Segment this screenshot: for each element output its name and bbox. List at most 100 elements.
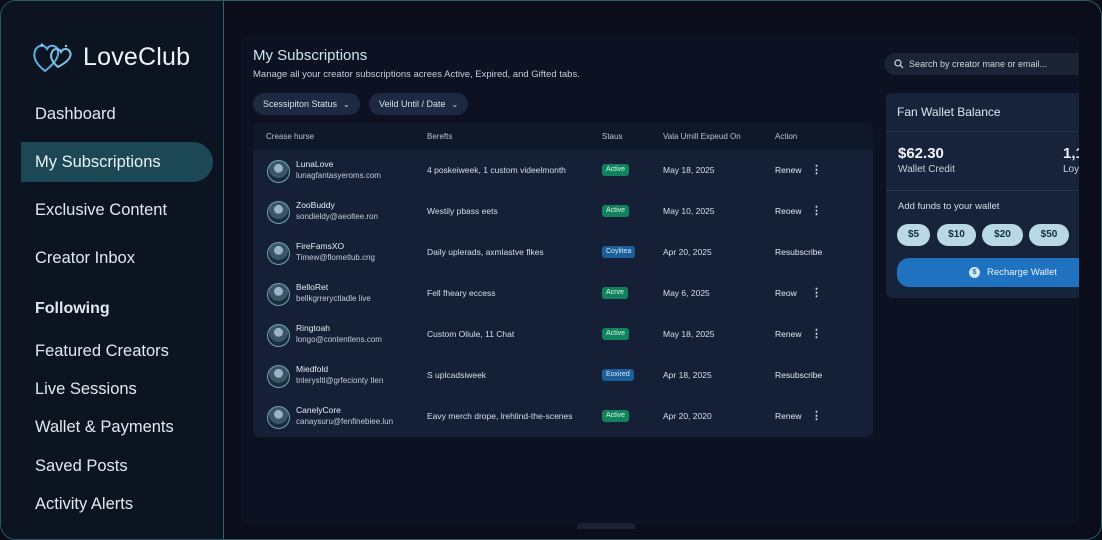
more-options-icon[interactable]: ⋮	[811, 163, 822, 176]
avatar	[267, 283, 290, 306]
sidebar-item-wallet-payments[interactable]: Wallet & Payments	[21, 407, 213, 447]
filter-label: Scessipiton Status	[263, 99, 338, 109]
table-header: Crease hurse Berefts Staus Vala Umill Ex…	[253, 123, 873, 151]
valid-until-date: Apr 20, 2025	[663, 247, 712, 257]
sidebar: LoveClub Dashboard My Subscriptions Excl…	[1, 1, 224, 539]
app-window: LoveClub Dashboard My Subscriptions Excl…	[0, 0, 1102, 540]
avatar	[267, 365, 290, 388]
divider	[886, 190, 1079, 191]
avatar	[267, 201, 290, 224]
subscription-status-filter[interactable]: Scessipiton Status ⌄	[253, 93, 360, 115]
sidebar-item-dashboard[interactable]: Dashboard	[21, 94, 213, 134]
sidebar-item-creator-inbox[interactable]: Creator Inbox	[21, 238, 213, 278]
sidebar-item-exclusive-content[interactable]: Exclusive Content	[21, 190, 213, 230]
wallet-amount-label: Wallet Credit	[898, 164, 955, 175]
renew-button[interactable]: Reow	[775, 288, 797, 298]
creator-email: tnlerysltl@grfecionty tlen	[296, 376, 384, 385]
table-row[interactable]: BelloRet bellkgrreryctladle live Fell fh…	[253, 273, 873, 315]
sidebar-item-my-subscriptions[interactable]: My Subscriptions	[21, 142, 213, 182]
creator-name: Miedfold	[296, 364, 329, 374]
more-options-icon[interactable]: ⋮	[811, 286, 822, 299]
creator-name: BelloRet	[296, 282, 329, 292]
status-badge: Acrve	[602, 287, 628, 299]
renew-button[interactable]: Reoew	[775, 206, 801, 216]
sidebar-section-following: Following	[35, 300, 110, 317]
recharge-wallet-button[interactable]: $ Recharge Wallet	[897, 258, 1079, 287]
wallet-title: Fan Wallet Balance	[897, 105, 1001, 119]
search-placeholder: Search by creator mane or email...	[909, 59, 1048, 69]
valid-until-date: May 18, 2025	[663, 329, 715, 339]
creator-name: LunaLove	[296, 159, 334, 169]
col-header-valid-until: Vala Umill Expeud On	[663, 132, 741, 141]
chevron-down-icon: ⌄	[451, 100, 459, 109]
benefits: S uplcadsiweek	[427, 370, 487, 380]
recharge-label: Recharge Wallet	[987, 267, 1057, 278]
table-row[interactable]: Miedfold tnlerysltl@grfecionty tlen S up…	[253, 355, 873, 397]
filter-label: Veild Until / Date	[379, 99, 446, 109]
status-badge: Coylitea	[602, 246, 636, 258]
brand-logo[interactable]: LoveClub	[31, 37, 190, 77]
renew-button[interactable]: Renew	[775, 165, 801, 175]
fund-50-button[interactable]: $50	[1029, 224, 1069, 246]
page-subtitle: Manage all your creator subscriptions ac…	[253, 69, 580, 80]
table-row[interactable]: CanelyCore canaysuru@fenfinebiee.lun Eav…	[253, 396, 873, 437]
benefits: Fell fheary eccess	[427, 288, 496, 298]
status-badge: Eoxired	[602, 369, 634, 381]
divider	[886, 131, 1079, 132]
table-row[interactable]: LunaLove lunagfantasyeroms.com 4 poskeiw…	[253, 150, 873, 192]
status-badge: Active	[602, 164, 630, 176]
loyalty-amount: 1,1	[1063, 145, 1079, 162]
benefits: Custom Oliule, 11 Chat	[427, 329, 515, 339]
fund-10-button[interactable]: $10	[937, 224, 976, 246]
creator-name: Ringtoah	[296, 323, 331, 333]
search-input[interactable]: Search by creator mane or email...	[885, 53, 1079, 75]
creator-email: lunagfantasyeroms.com	[296, 171, 381, 180]
fund-5-button[interactable]: $5	[897, 224, 930, 246]
creator-email: sondieldy@aeoltee.ron	[296, 212, 378, 221]
fund-20-button[interactable]: $20	[982, 224, 1023, 246]
sidebar-item-saved-posts[interactable]: Saved Posts	[21, 446, 213, 486]
subscriptions-table: Crease hurse Berefts Staus Vala Umill Ex…	[253, 123, 873, 437]
sidebar-item-live-sessions[interactable]: Live Sessions	[21, 369, 213, 409]
creator-name: CanelyCore	[296, 405, 341, 415]
table-row[interactable]: FireFamsXO Timew@flometlub.cng Daily upl…	[253, 232, 873, 274]
status-badge: Active	[602, 328, 630, 340]
col-header-creator: Crease hurse	[266, 132, 315, 141]
more-options-icon[interactable]: ⋮	[811, 409, 822, 422]
valid-until-filter[interactable]: Veild Until / Date ⌄	[369, 93, 469, 115]
resubscribe-button[interactable]: Resubscribe	[775, 370, 822, 380]
benefits: 4 poskeiweek, 1 custom videelmonth	[427, 165, 566, 175]
renew-button[interactable]: Renew	[775, 329, 801, 339]
valid-until-date: Apr 18, 2025	[663, 370, 712, 380]
col-header-status: Staus	[602, 132, 623, 141]
benefits: Daily uplerads, axmlastve flkes	[427, 247, 544, 257]
sidebar-item-activity-alerts[interactable]: Activity Alerts	[21, 484, 213, 524]
sidebar-item-featured-creators[interactable]: Featured Creators	[21, 331, 213, 371]
renew-button[interactable]: Renew	[775, 411, 801, 421]
brand-name: LoveClub	[83, 42, 191, 71]
valid-until-date: May 10, 2025	[663, 206, 715, 216]
more-options-icon[interactable]: ⋮	[811, 204, 822, 217]
wallet-amount: $62.30	[898, 145, 944, 162]
valid-until-date: May 6, 2025	[663, 288, 710, 298]
hearts-logo-icon	[33, 43, 72, 73]
status-badge: Active	[602, 410, 630, 422]
avatar	[267, 406, 290, 429]
scroll-handle[interactable]	[577, 523, 635, 529]
table-row[interactable]: Ringtoah longo@contentlens.com Custom Ol…	[253, 314, 873, 356]
creator-email: canaysuru@fenfinebiee.lun	[296, 417, 394, 426]
fan-wallet-card: Fan Wallet Balance $62.30 Wallet Credit …	[886, 93, 1079, 298]
loyalty-label: Loy	[1063, 164, 1079, 175]
creator-name: FireFamsXO	[296, 241, 345, 251]
avatar	[267, 324, 290, 347]
avatar	[267, 160, 290, 183]
creator-name: ZooBuddy	[296, 200, 335, 210]
valid-until-date: Apr 20, 2020	[663, 411, 712, 421]
resubscribe-button[interactable]: Resubscribe	[775, 247, 822, 257]
col-header-benefits: Berefts	[427, 132, 453, 141]
avatar	[267, 242, 290, 265]
benefits: Westily pbass eets	[427, 206, 498, 216]
benefits: Eavy merch drope, lrehlind-the-scenes	[427, 411, 573, 421]
more-options-icon[interactable]: ⋮	[811, 327, 822, 340]
table-row[interactable]: ZooBuddy sondieldy@aeoltee.ron Westily p…	[253, 191, 873, 233]
